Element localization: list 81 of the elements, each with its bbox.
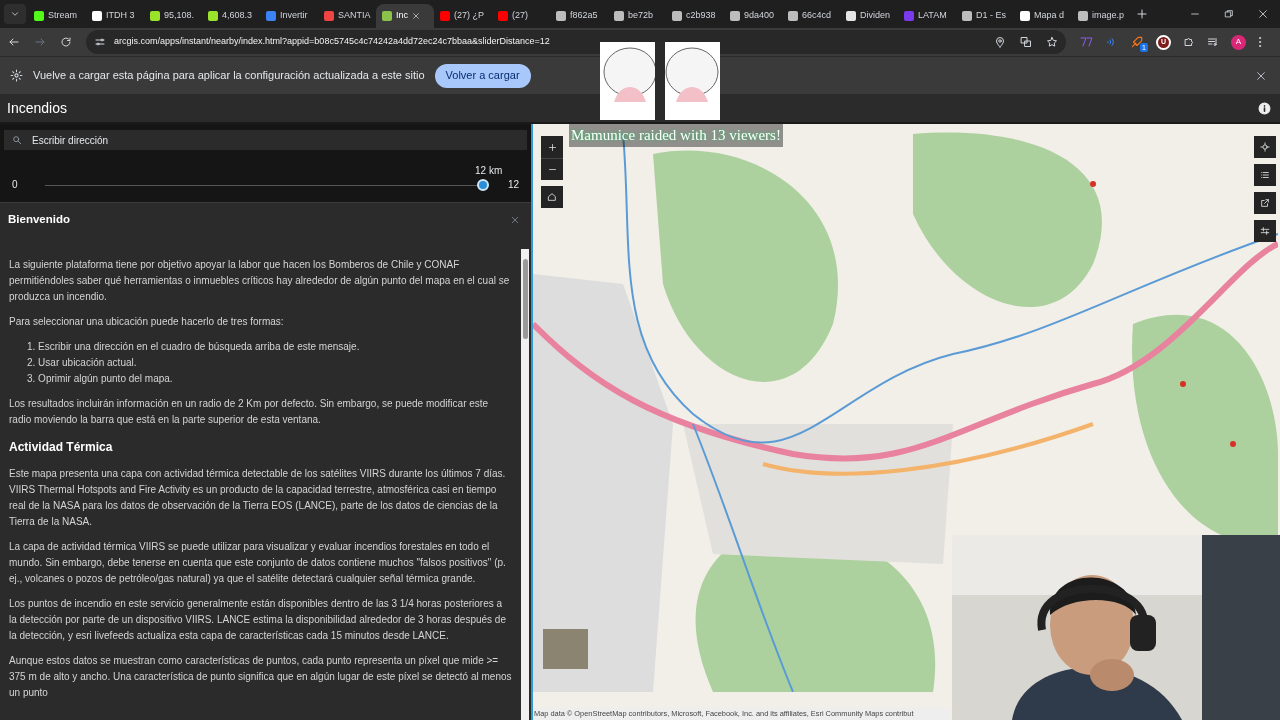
tab-title: f862a5 bbox=[570, 9, 598, 23]
reload-button[interactable]: Volver a cargar bbox=[434, 63, 531, 88]
paragraph-text: La siguiente plataforma tiene por objetivo apoyar la labor que hacen los Bomberos de Chile y CONAF permitiéndoles saber qué herramientas o inmuebles críticos hay alrededor de algún punto del mapa en el cual se produzca un incendio. bbox=[9, 258, 511, 304]
slider-reading: 12 km bbox=[475, 164, 503, 178]
app-title: Incendios bbox=[7, 98, 67, 118]
extension-logo-icon[interactable] bbox=[1080, 36, 1094, 48]
browser-tab[interactable]: ITDH 3 bbox=[86, 4, 144, 28]
tab-title: 95,108. bbox=[164, 9, 195, 23]
tab-title: Mapa d bbox=[1034, 9, 1065, 23]
tab-title: Inc bbox=[396, 9, 408, 23]
tab-title: c2b938 bbox=[686, 9, 716, 23]
browser-tab[interactable]: Stream bbox=[28, 4, 86, 28]
profile-avatar[interactable]: A bbox=[1231, 34, 1246, 50]
scrollbar[interactable] bbox=[521, 249, 529, 720]
close-icon[interactable] bbox=[1258, 9, 1268, 19]
browser-tab[interactable]: f862a5 bbox=[550, 4, 608, 28]
paragraph-text: Los puntos de incendio en este servicio generalmente están disponibles dentro de las 3 1/4 horas posteriores a la detección por parte de un dispositivo VIIRS. LANCE estima la disponibilidad alrededor de 3 horas después de la detección, y esri livefeeds actualiza esta capa de características cada 15 minutos desde LANCE. bbox=[9, 597, 507, 643]
browser-tab[interactable]: Inc bbox=[376, 4, 434, 28]
address-bar[interactable]: arcgis.com/apps/instant/nearby/index.html?appid=b08c5745c4c74242a4dd72ec24c7bbaa&sliderDistance=12 bbox=[86, 30, 1066, 54]
browser-tab[interactable]: 4,608.3 bbox=[202, 4, 260, 28]
tab-title: (27) bbox=[512, 9, 528, 23]
tab-title: D1 - Es bbox=[976, 9, 1006, 23]
browser-tab[interactable]: Mapa d bbox=[1014, 4, 1072, 28]
browser-tab[interactable]: D1 - Es bbox=[956, 4, 1014, 28]
tab-title: ITDH 3 bbox=[106, 9, 135, 23]
slider-max-label: 12 bbox=[506, 180, 519, 190]
tab-title: 66c4cd bbox=[802, 9, 832, 23]
browser-tab[interactable]: LATAM bbox=[898, 4, 956, 28]
distance-slider[interactable] bbox=[45, 179, 489, 191]
close-icon[interactable] bbox=[1256, 70, 1266, 81]
tab-title: LATAM bbox=[918, 9, 947, 23]
section-heading: Actividad Térmica bbox=[9, 439, 114, 455]
chevron-down-icon bbox=[10, 9, 20, 19]
list-item-text: 2. Usar ubicación actual. bbox=[27, 356, 138, 370]
new-tab-icon[interactable] bbox=[1136, 8, 1148, 20]
paragraph-text: La capa de actividad térmica VIIRS se puede utilizar para visualizar y evaluar incendios forestales en todo el mundo. Sin embargo, debe tenerse en cuenta que este conjunto de datos contiene muchos "falsos positivos" (p. ej., volcanes o pozos de petróleo/gas natural) ya que el satélite detectará cualquier señal térmica grande. bbox=[9, 540, 507, 586]
back-icon[interactable] bbox=[8, 36, 20, 48]
browser-tab[interactable]: Dividen bbox=[840, 4, 898, 28]
infobar-message: Vuelve a cargar esta página para aplicar la configuración actualizada a este sitio bbox=[33, 68, 425, 84]
search-field[interactable]: Escribir dirección bbox=[4, 130, 527, 150]
tab-title: SANTIA bbox=[338, 9, 371, 23]
media-queue-icon[interactable] bbox=[1207, 36, 1219, 48]
puzzle-icon[interactable] bbox=[1183, 36, 1195, 48]
paragraph-text: Aunque estos datos se muestran como características de puntos, cada punto representa un píxel que mide >= 375 m de alto y ancho. Una característica de punto significa que en algún lugar de este píxel se detectó al menos un punto bbox=[9, 654, 512, 700]
tab-title: 9da400 bbox=[744, 9, 775, 23]
browser-tab[interactable]: SANTIA bbox=[318, 4, 376, 28]
info-icon[interactable] bbox=[1258, 101, 1271, 115]
tab-title: Stream bbox=[48, 9, 77, 23]
browser-tab[interactable]: c2b938 bbox=[666, 4, 724, 28]
url-text: arcgis.com/apps/instant/nearby/index.html?appid=b08c5745c4c74242a4dd72ec24c7bbaa&sliderDistance=12 bbox=[114, 35, 550, 49]
tab-title: image.p bbox=[1092, 9, 1125, 23]
list-item-text: 1. Escribir una dirección en el cuadro de búsqueda arriba de este mensaje. bbox=[27, 340, 361, 354]
tab-title: Invertir bbox=[280, 9, 308, 23]
browser-tab[interactable]: image.p bbox=[1072, 4, 1130, 28]
browser-tab[interactable]: (27) ¿P bbox=[434, 4, 492, 28]
paragraph-text: Para seleccionar una ubicación puede hacerlo de tres formas: bbox=[9, 315, 285, 329]
browser-tab[interactable]: (27) bbox=[492, 4, 550, 28]
translate-icon[interactable] bbox=[1020, 36, 1032, 48]
reload-icon[interactable] bbox=[60, 36, 72, 48]
browser-tab[interactable]: 66c4cd bbox=[782, 4, 840, 28]
slider-thumb[interactable] bbox=[477, 179, 489, 191]
restore-icon[interactable] bbox=[1224, 9, 1234, 19]
paragraph-text: Los resultados incluirán información en un radio de 2 Km por defecto. Sin embargo, se puede modificar este radio moviendo la barra que está en la parte superior de esta ventana. bbox=[9, 397, 490, 427]
browser-tab[interactable]: Invertir bbox=[260, 4, 318, 28]
star-icon[interactable] bbox=[1046, 36, 1058, 48]
browser-tab[interactable]: be72b bbox=[608, 4, 666, 28]
site-settings-icon[interactable] bbox=[94, 36, 106, 48]
tab-title: 4,608.3 bbox=[222, 9, 253, 23]
tab-title: be72b bbox=[628, 9, 654, 23]
settings-icon bbox=[10, 69, 23, 82]
tab-title: (27) ¿P bbox=[454, 9, 484, 23]
browser-tab[interactable]: 9da400 bbox=[724, 4, 782, 28]
list-item-text: 3. Oprimir algún punto del mapa. bbox=[27, 372, 174, 386]
tab-title: Dividen bbox=[860, 9, 890, 23]
browser-tab[interactable]: 95,108. bbox=[144, 4, 202, 28]
more-options-icon[interactable] bbox=[1258, 36, 1262, 48]
paragraph-text: Este mapa presenta una capa con actividad térmica detectable de los satélites VIIRS durante los últimos 7 días. VIIRS Thermal Hotspots and Fire Activity es un producto de la capacidad terrestre, atmosférica casi en tiempo real de la NASA para los datos de observación de la Tierra EOS (LANCE), parte de los datos de ciencias de la Tierra de la NASA. bbox=[9, 467, 507, 529]
slider-min-label: 0 bbox=[12, 180, 19, 190]
panel-title: Bienvenido bbox=[8, 212, 70, 228]
search-icon bbox=[12, 135, 22, 145]
location-pin-icon[interactable] bbox=[994, 36, 1006, 48]
